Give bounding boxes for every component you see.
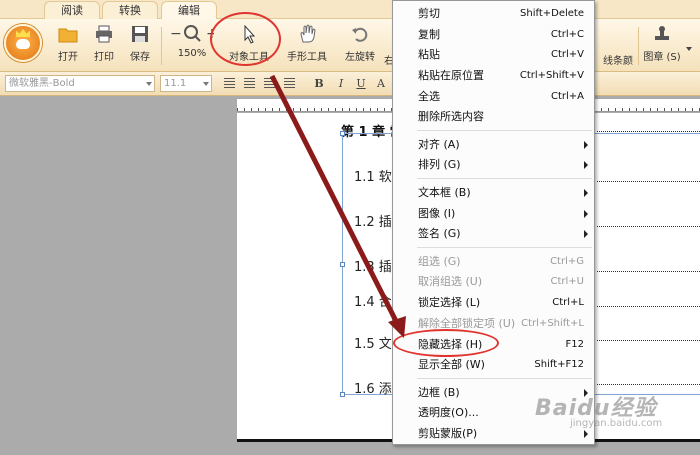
baidu-watermark-url: jingyan.baidu.com (570, 418, 663, 429)
annotation-arrow (269, 74, 406, 338)
